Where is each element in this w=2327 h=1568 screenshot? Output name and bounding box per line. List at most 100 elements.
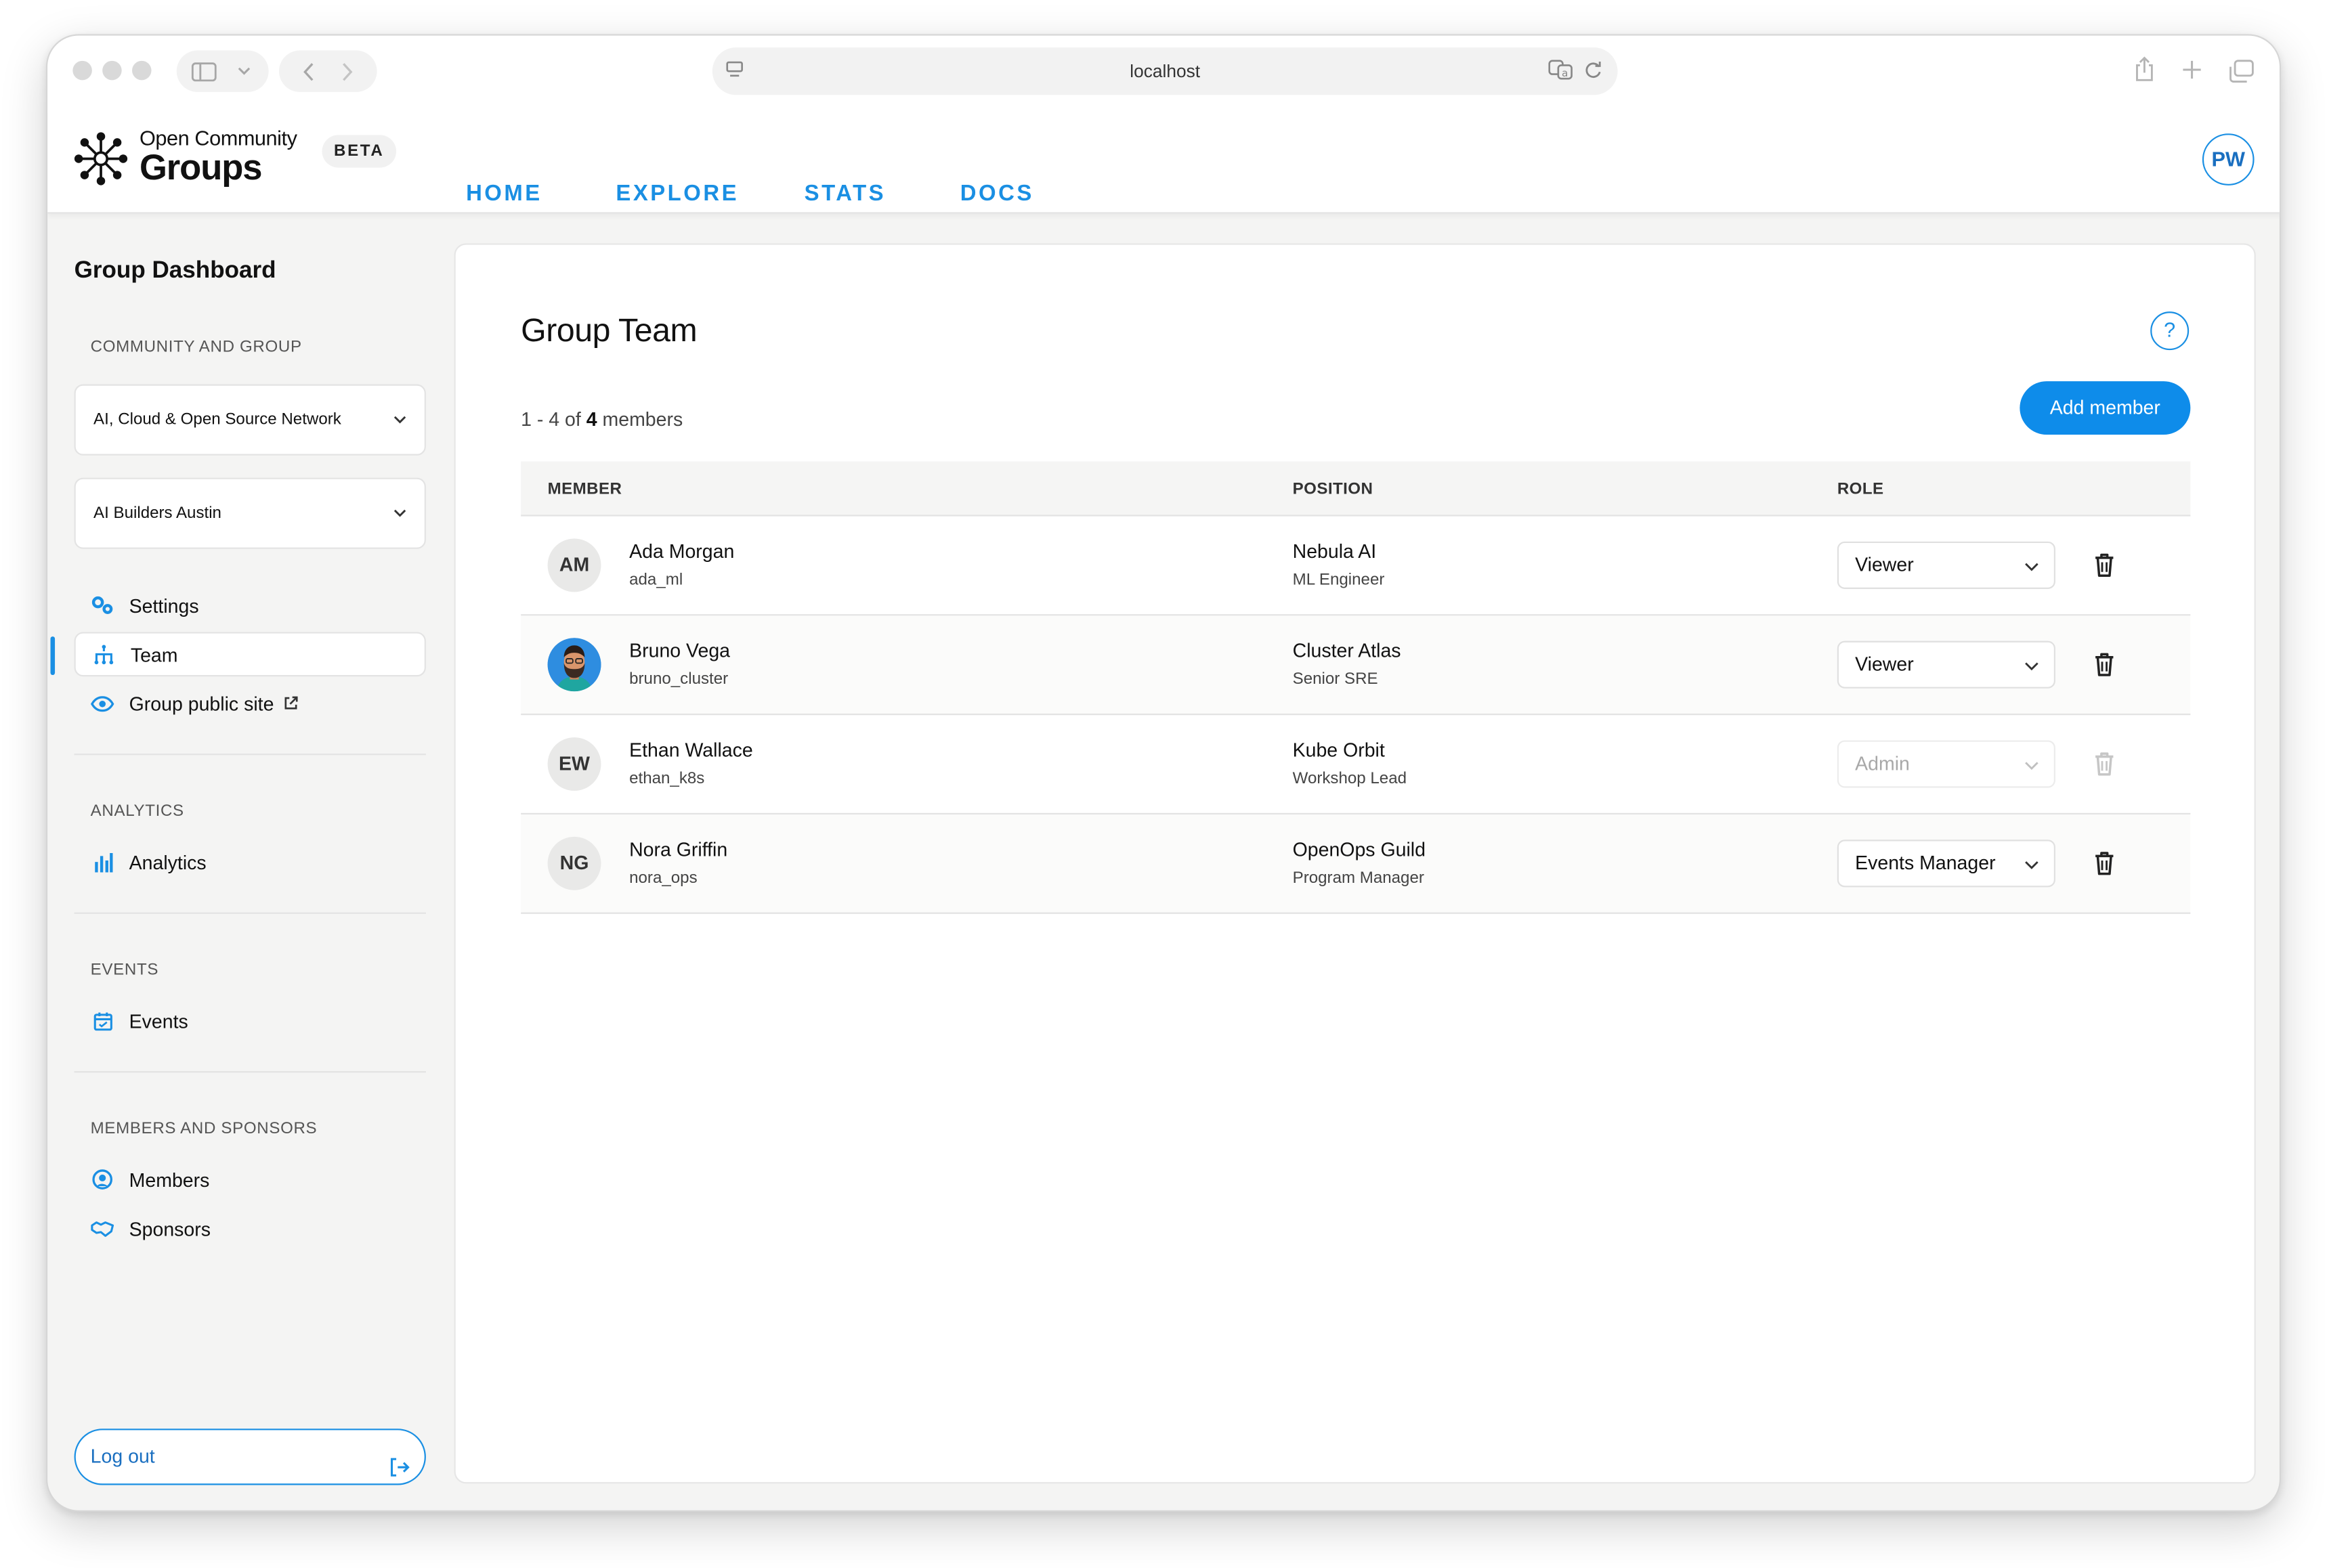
avatar bbox=[547, 638, 601, 692]
count-suffix: members bbox=[597, 408, 683, 431]
delete-icon[interactable] bbox=[2093, 850, 2116, 877]
sidebar-item-sponsors[interactable]: Sponsors bbox=[74, 1206, 426, 1251]
member-name: Ada Morgan bbox=[629, 540, 735, 563]
sidebar-item-label: Sponsors bbox=[129, 1217, 211, 1240]
sidebar-item-public-site[interactable]: Group public site bbox=[74, 681, 426, 726]
member-title: Program Manager bbox=[1292, 869, 1424, 888]
member-title: ML Engineer bbox=[1292, 571, 1385, 589]
member-username: ethan_k8s bbox=[629, 770, 705, 788]
section-community-heading: COMMUNITY AND GROUP bbox=[90, 338, 302, 356]
community-select[interactable]: AI, Cloud & Open Source Network bbox=[74, 384, 426, 456]
member-company: OpenOps Guild bbox=[1292, 838, 1426, 861]
member-name: Bruno Vega bbox=[629, 639, 731, 662]
handshake-icon bbox=[91, 1221, 114, 1236]
share-icon[interactable] bbox=[2134, 56, 2155, 83]
new-tab-icon[interactable] bbox=[2181, 60, 2202, 81]
sidebar-item-events[interactable]: Events bbox=[74, 999, 426, 1043]
sidebar-item-analytics[interactable]: Analytics bbox=[74, 840, 426, 884]
table-row: NG Nora Griffin nora_ops OpenOps Guild P… bbox=[521, 814, 2191, 914]
browser-window: localhost a Open Community Groups BETA H… bbox=[45, 34, 2282, 1512]
section-analytics-heading: ANALYTICS bbox=[90, 802, 184, 821]
count-prefix: 1 - 4 of bbox=[521, 408, 586, 431]
back-icon[interactable] bbox=[303, 62, 315, 81]
help-button[interactable]: ? bbox=[2150, 311, 2190, 351]
translate-icon[interactable]: a bbox=[1548, 60, 1575, 81]
calendar-icon bbox=[93, 1011, 112, 1030]
members-icon bbox=[92, 1169, 112, 1190]
logout-icon bbox=[390, 1458, 410, 1477]
delete-icon bbox=[2095, 752, 2114, 776]
sidebar-item-label: Members bbox=[129, 1168, 210, 1191]
gears-icon bbox=[91, 596, 113, 614]
community-select-value: AI, Cloud & Open Source Network bbox=[93, 410, 341, 429]
table-row: Bruno Vega bruno_cluster Cluster Atlas S… bbox=[521, 615, 2191, 716]
delete-icon[interactable] bbox=[2093, 651, 2116, 678]
logo-text[interactable]: Open Community Groups bbox=[140, 127, 297, 187]
page-title: Group Team bbox=[521, 311, 698, 349]
url-text: localhost bbox=[1130, 60, 1201, 82]
section-events-heading: EVENTS bbox=[90, 961, 159, 980]
history-nav bbox=[278, 50, 377, 92]
column-role: ROLE bbox=[1837, 480, 1884, 499]
role-select[interactable]: Events Manager bbox=[1837, 840, 2055, 888]
sidebar-item-team[interactable]: Team bbox=[74, 632, 426, 677]
table-row: EW Ethan Wallace ethan_k8s Kube Orbit Wo… bbox=[521, 715, 2191, 815]
delete-icon[interactable] bbox=[2093, 552, 2116, 578]
member-username: ada_ml bbox=[629, 571, 683, 589]
nav-explore[interactable]: EXPLORE bbox=[616, 181, 739, 206]
role-select[interactable]: Viewer bbox=[1837, 541, 2055, 589]
logo-line2: Groups bbox=[139, 148, 263, 189]
sidebar-toggle-button[interactable] bbox=[176, 50, 269, 92]
logo-icon[interactable] bbox=[74, 129, 128, 189]
minimize-window-button[interactable] bbox=[102, 60, 122, 81]
page-settings-icon[interactable] bbox=[724, 60, 745, 81]
app-header: Open Community Groups BETA HOME EXPLORE … bbox=[47, 110, 2280, 214]
nav-home[interactable]: HOME bbox=[466, 181, 542, 206]
section-members-heading: MEMBERS AND SPONSORS bbox=[90, 1120, 318, 1138]
member-name: Nora Griffin bbox=[629, 838, 728, 861]
active-indicator bbox=[50, 636, 56, 676]
sidebar-item-settings[interactable]: Settings bbox=[74, 583, 426, 628]
count-total: 4 bbox=[586, 408, 597, 431]
sidebar-item-label: Settings bbox=[129, 594, 199, 617]
group-select[interactable]: AI Builders Austin bbox=[74, 477, 426, 549]
sidebar-item-label: Group public site bbox=[129, 692, 274, 715]
close-window-button[interactable] bbox=[72, 60, 92, 81]
member-username: nora_ops bbox=[629, 869, 698, 888]
member-username: bruno_cluster bbox=[629, 670, 729, 689]
zoom-window-button[interactable] bbox=[132, 60, 152, 81]
external-link-icon bbox=[284, 696, 297, 710]
group-select-value: AI Builders Austin bbox=[93, 504, 221, 523]
role-select[interactable]: Viewer bbox=[1837, 640, 2055, 689]
nav-stats[interactable]: STATS bbox=[805, 181, 886, 206]
chevron-down-icon bbox=[2025, 762, 2038, 770]
browser-toolbar: localhost a bbox=[47, 35, 2280, 110]
sidebar-item-label: Analytics bbox=[129, 850, 207, 873]
role-select: Admin bbox=[1837, 740, 2055, 788]
nav-docs[interactable]: DOCS bbox=[960, 181, 1034, 206]
logout-button[interactable]: Log out bbox=[74, 1429, 426, 1485]
role-value: Viewer bbox=[1855, 653, 1914, 676]
chevron-down-icon bbox=[2025, 662, 2038, 671]
add-member-button[interactable]: Add member bbox=[2020, 381, 2191, 435]
sidebar-divider bbox=[74, 1071, 426, 1073]
forward-icon[interactable] bbox=[341, 62, 354, 81]
user-avatar-button[interactable]: PW bbox=[2202, 133, 2255, 186]
org-chart-icon bbox=[94, 645, 114, 665]
member-company: Kube Orbit bbox=[1292, 739, 1385, 762]
bar-chart-icon bbox=[94, 852, 112, 872]
role-value: Admin bbox=[1855, 752, 1910, 775]
role-value: Viewer bbox=[1855, 553, 1914, 576]
sidebar-item-members[interactable]: Members bbox=[74, 1157, 426, 1202]
avatar: NG bbox=[547, 836, 601, 890]
member-count: 1 - 4 of 4 members bbox=[521, 408, 683, 431]
address-bar[interactable]: localhost a bbox=[712, 47, 1618, 95]
chevron-down-icon bbox=[238, 67, 251, 75]
reload-icon[interactable] bbox=[1583, 60, 1602, 81]
eye-icon bbox=[90, 695, 114, 712]
chevron-down-icon bbox=[2025, 563, 2038, 571]
tab-overview-icon[interactable] bbox=[2229, 60, 2254, 83]
chevron-down-icon bbox=[393, 509, 406, 517]
member-name: Ethan Wallace bbox=[629, 739, 753, 762]
chevron-down-icon bbox=[393, 416, 406, 424]
